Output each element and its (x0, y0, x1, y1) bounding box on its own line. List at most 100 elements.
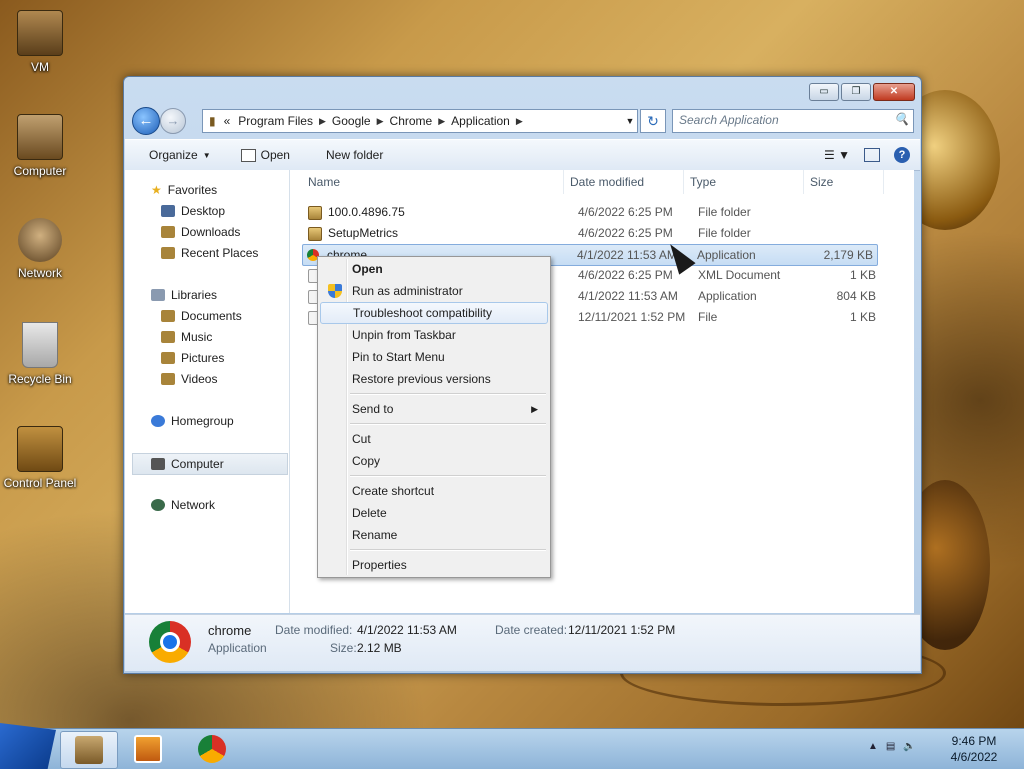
breadcrumb-separator-icon[interactable]: ▶ (516, 116, 523, 127)
clock-time: 9:46 PM (951, 734, 997, 748)
folder-icon (308, 206, 322, 220)
file-size: 2,179 KB (823, 248, 873, 262)
menu-item-delete[interactable]: Delete (320, 502, 548, 524)
breadcrumb-google[interactable]: Google (326, 114, 377, 128)
table-row[interactable]: 100.0.4896.75 4/6/2022 6:25 PM File fold… (304, 202, 880, 222)
network-icon (18, 218, 62, 262)
column-header-date[interactable]: Date modified (564, 170, 684, 194)
menu-item-unpin-from-taskbar[interactable]: Unpin from Taskbar (320, 324, 548, 346)
address-dropdown-icon[interactable]: ▼ (623, 116, 637, 126)
desktop-icon-computer[interactable]: Computer (0, 114, 80, 178)
network-status-icon[interactable]: ▤ (886, 741, 895, 752)
menu-item-troubleshoot-compatibility[interactable]: Troubleshoot compatibility (320, 302, 548, 324)
nav-label: Favorites (167, 183, 218, 197)
menu-item-label: Run as administrator (352, 284, 463, 298)
organize-button[interactable]: Organize ▼ (125, 148, 221, 162)
menu-item-run-as-administrator[interactable]: Run as administrator (320, 280, 548, 302)
menu-separator (350, 393, 546, 395)
chrome-icon (149, 621, 191, 663)
menu-item-cut[interactable]: Cut (320, 428, 548, 450)
homegroup-icon (151, 415, 165, 427)
file-type: File folder (698, 226, 751, 240)
menu-item-copy[interactable]: Copy (320, 450, 548, 472)
folder-icon (308, 227, 322, 241)
clock[interactable]: 9:46 PM 4/6/2022 (940, 733, 1008, 765)
desktop-icon-label: Control Panel (3, 476, 77, 490)
menu-item-properties[interactable]: Properties (320, 554, 548, 576)
search-input[interactable] (673, 110, 885, 130)
chevron-down-icon: ▼ (202, 150, 211, 160)
breadcrumb-application[interactable]: Application (445, 114, 516, 128)
open-button[interactable]: Open (221, 148, 300, 162)
control-panel-icon (17, 426, 63, 472)
chrome-icon (198, 735, 226, 763)
desktop-icon (161, 205, 175, 217)
column-label: Type (690, 175, 717, 189)
file-size: 804 KB (836, 289, 876, 303)
desktop-icon-label: Recycle Bin (8, 372, 72, 386)
menu-item-label: Send to (352, 402, 394, 416)
window-controls: ▭ ❐ ✕ (809, 83, 915, 101)
table-row[interactable]: SetupMetrics 4/6/2022 6:25 PM File folde… (304, 223, 880, 243)
details-pane: chrome Application Date modified: 4/1/20… (125, 614, 920, 671)
breadcrumb-separator-icon[interactable]: ▶ (377, 116, 384, 127)
minimize-button[interactable]: ▭ (809, 83, 839, 101)
view-options-icon[interactable]: ☰ ▼ (824, 148, 850, 162)
nav-label: Desktop (181, 204, 226, 218)
menu-item-restore-previous-versions[interactable]: Restore previous versions (320, 368, 548, 390)
open-label: Open (260, 148, 290, 162)
column-label: Size (810, 175, 834, 189)
desktop-icon-vm[interactable]: VM (0, 10, 80, 74)
menu-separator (350, 423, 546, 425)
menu-item-rename[interactable]: Rename (320, 524, 548, 546)
show-hidden-icons-icon[interactable]: ▲ (868, 741, 878, 752)
file-size: 1 KB (849, 310, 876, 324)
taskbar-media-player[interactable] (120, 731, 176, 767)
nav-computer[interactable]: Computer (132, 453, 288, 475)
volume-icon[interactable]: 🔈 (903, 741, 915, 752)
taskbar-chrome[interactable] (184, 731, 240, 767)
details-date-modified-label: Date modified: (275, 623, 353, 637)
nav-label: Computer (171, 457, 224, 471)
preview-pane-icon[interactable] (864, 148, 880, 162)
recent-places-icon (161, 247, 175, 259)
address-bar[interactable]: ▮ « Program Files ▶ Google ▶ Chrome ▶ Ap… (202, 109, 638, 133)
file-date: 4/1/2022 11:53 AM (577, 248, 677, 262)
back-button[interactable]: ← (132, 107, 160, 135)
desktop-icon-network[interactable]: Network (0, 218, 80, 280)
breadcrumb-overflow[interactable]: « (222, 114, 233, 128)
menu-separator (350, 549, 546, 551)
forward-button[interactable]: → (160, 108, 186, 134)
menu-item-send-to[interactable]: Send to ▶ (320, 398, 548, 420)
desktop-icon-recycle-bin[interactable]: Recycle Bin (0, 322, 80, 386)
breadcrumb-separator-icon[interactable]: ▶ (438, 116, 445, 127)
nav-label: Recent Places (181, 246, 259, 260)
close-button[interactable]: ✕ (873, 83, 915, 101)
breadcrumb-chrome[interactable]: Chrome (384, 114, 439, 128)
new-folder-button[interactable]: New folder (300, 148, 393, 162)
column-label: Name (308, 175, 341, 189)
column-header-size[interactable]: Size (804, 170, 884, 194)
breadcrumb-separator-icon[interactable]: ▶ (319, 116, 326, 127)
breadcrumb-program-files[interactable]: Program Files (232, 114, 319, 128)
maximize-button[interactable]: ❐ (841, 83, 871, 101)
menu-item-create-shortcut[interactable]: Create shortcut (320, 480, 548, 502)
menu-item-open[interactable]: Open (320, 258, 548, 280)
search-box[interactable]: 🔍 (672, 109, 914, 133)
file-type: Application (698, 289, 757, 303)
refresh-button[interactable]: ↻ (640, 109, 666, 133)
file-type: File (698, 310, 718, 324)
column-header-type[interactable]: Type (684, 170, 804, 194)
desktop-icon-control-panel[interactable]: Control Panel (0, 426, 80, 490)
help-icon[interactable]: ? (894, 147, 910, 163)
menu-item-pin-to-start-menu[interactable]: Pin to Start Menu (320, 346, 548, 368)
media-player-icon (134, 735, 162, 763)
details-file-type: Application (208, 641, 267, 655)
desktop-icon-label: VM (31, 60, 49, 74)
taskbar-explorer[interactable] (60, 731, 118, 769)
computer-icon (17, 114, 63, 160)
column-header-name[interactable]: Name (302, 170, 564, 194)
start-button[interactable] (0, 723, 56, 769)
organize-label: Organize (149, 148, 198, 162)
folder-icon (17, 10, 63, 56)
